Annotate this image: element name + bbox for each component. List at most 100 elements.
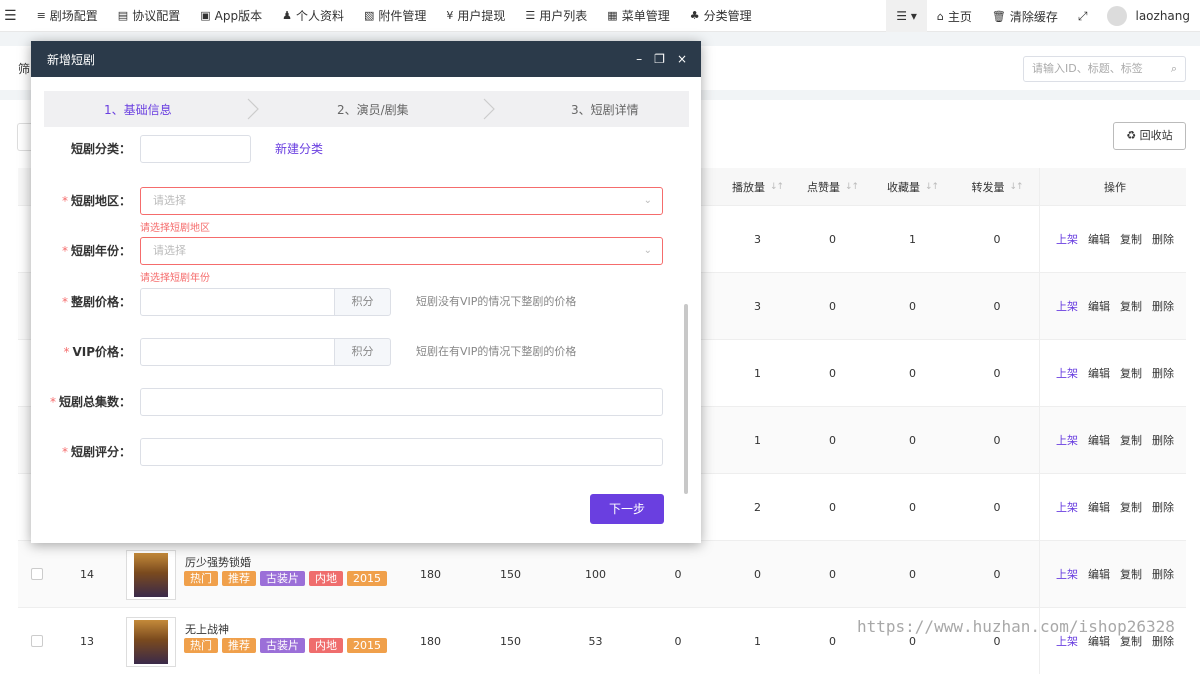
nav-theater-config[interactable]: ≡ 剧场配置	[27, 0, 108, 32]
plays-cell: 3	[754, 232, 761, 246]
publish-link[interactable]: 上架	[1056, 566, 1078, 582]
trash-icon: 🗑	[991, 9, 1006, 23]
more-dropdown[interactable]: ☰ ▾	[886, 0, 927, 32]
avatar	[1107, 6, 1128, 26]
year-select[interactable]: 请选择 ⌄	[140, 237, 663, 265]
nav-clear-cache[interactable]: 🗑 清除缓存	[982, 0, 1068, 32]
poster-thumbnail[interactable]	[126, 550, 176, 600]
publish-link[interactable]: 上架	[1056, 365, 1078, 381]
user-menu[interactable]: laozhang	[1097, 0, 1200, 32]
minimize-icon[interactable]: –	[636, 52, 642, 66]
edit-link[interactable]: 编辑	[1088, 298, 1110, 314]
yen-icon: ¥	[446, 9, 454, 22]
nav-attachments[interactable]: ▧ 附件管理	[354, 0, 436, 32]
likes-cell: 0	[829, 433, 836, 447]
search-icon[interactable]: ⌕	[1171, 57, 1177, 81]
image-icon: ▣	[200, 9, 211, 22]
recycle-bin-button[interactable]: ♻ 回收站	[1113, 122, 1186, 150]
dialog-header: 新增短剧 – ❐ ×	[31, 41, 701, 77]
plays-cell: 0	[754, 567, 761, 581]
nav-protocol-config[interactable]: ▤ 协议配置	[108, 0, 190, 32]
sort-icon[interactable]: ↓↑	[770, 182, 784, 192]
step-basic-info[interactable]: 1、基础信息	[104, 91, 172, 127]
nav-profile[interactable]: ♟ 个人资料	[272, 0, 354, 32]
copy-link[interactable]: 复制	[1120, 365, 1142, 381]
publish-link[interactable]: 上架	[1056, 298, 1078, 314]
publish-link[interactable]: 上架	[1056, 499, 1078, 515]
copy-link[interactable]: 复制	[1120, 298, 1142, 314]
nav-home[interactable]: ⌂ 主页	[927, 0, 982, 32]
close-icon[interactable]: ×	[677, 52, 687, 66]
search-input[interactable]: 请输入ID、标题、标签 ⌕	[1023, 56, 1186, 82]
new-category-link[interactable]: 新建分类	[275, 135, 323, 163]
col-plays[interactable]: 播放量 ↓↑	[720, 168, 795, 206]
likes-cell: 0	[829, 299, 836, 313]
category-label: 短剧分类：	[70, 142, 131, 156]
nav-category-manage[interactable]: ♣ 分类管理	[680, 0, 762, 32]
copy-link[interactable]: 复制	[1120, 231, 1142, 247]
step-actors-episodes[interactable]: 2、演员/剧集	[337, 91, 409, 127]
publish-link[interactable]: 上架	[1056, 432, 1078, 448]
step-drama-details[interactable]: 3、短剧详情	[571, 91, 639, 127]
delete-link[interactable]: 删除	[1152, 499, 1174, 515]
tag: 2015	[347, 638, 387, 653]
row-actions: 上架 编辑 复制 删除	[1044, 273, 1186, 339]
table-icon: ▦	[607, 9, 618, 22]
row-actions: 上架 编辑 复制 删除	[1044, 541, 1186, 607]
edit-link[interactable]: 编辑	[1088, 365, 1110, 381]
delete-link[interactable]: 删除	[1152, 365, 1174, 381]
value-cell: 100	[585, 567, 606, 581]
nav-app-version[interactable]: ▣ App版本	[190, 0, 272, 32]
region-label: * 短剧地区：	[61, 194, 131, 208]
copy-link[interactable]: 复制	[1120, 432, 1142, 448]
next-step-button[interactable]: 下一步	[590, 494, 664, 524]
shares-cell: 0	[993, 567, 1001, 581]
episodes-input[interactable]	[140, 388, 663, 416]
tag: 热门	[184, 638, 218, 653]
step-indicator: 1、基础信息 2、演员/剧集 3、短剧详情	[44, 91, 689, 127]
delete-link[interactable]: 删除	[1152, 432, 1174, 448]
edit-link[interactable]: 编辑	[1088, 566, 1110, 582]
row-checkbox[interactable]	[18, 608, 56, 674]
region-select[interactable]: 请选择 ⌄	[140, 187, 663, 215]
edit-link[interactable]: 编辑	[1088, 432, 1110, 448]
shares-cell: 0	[993, 366, 1001, 380]
delete-link[interactable]: 删除	[1152, 298, 1174, 314]
rating-input[interactable]	[140, 438, 663, 466]
delete-link[interactable]: 删除	[1152, 566, 1174, 582]
fullscreen-button[interactable]: ⤢	[1068, 0, 1098, 32]
vip-price-input[interactable]	[140, 338, 335, 366]
tag: 推荐	[222, 571, 256, 586]
delete-link[interactable]: 删除	[1152, 231, 1174, 247]
row-checkbox[interactable]	[18, 541, 56, 607]
nav-withdrawals[interactable]: ¥ 用户提现	[436, 0, 515, 32]
edit-link[interactable]: 编辑	[1088, 499, 1110, 515]
add-drama-dialog: 新增短剧 – ❐ × 1、基础信息 2、演员/剧集 3、短剧详情 短剧分类： 新…	[31, 41, 701, 543]
likes-cell: 0	[829, 366, 836, 380]
shares-cell: 0	[993, 500, 1001, 514]
sort-icon[interactable]: ↓↑	[845, 182, 859, 192]
maximize-icon[interactable]: ❐	[654, 52, 665, 66]
hamburger-icon[interactable]: ☰	[0, 0, 27, 32]
copy-link[interactable]: 复制	[1120, 566, 1142, 582]
tag: 热门	[184, 571, 218, 586]
col-likes[interactable]: 点赞量 ↓↑	[795, 168, 870, 206]
vip-price-unit: 积分	[334, 338, 391, 366]
copy-link[interactable]: 复制	[1120, 499, 1142, 515]
col-shares[interactable]: 转发量 ↓↑	[955, 168, 1039, 206]
user-icon: ♟	[282, 9, 292, 22]
price-input[interactable]	[140, 288, 335, 316]
edit-link[interactable]: 编辑	[1088, 231, 1110, 247]
dialog-scrollbar[interactable]	[684, 304, 688, 494]
nav-menu-manage[interactable]: ▦ 菜单管理	[597, 0, 679, 32]
favs-cell: 0	[909, 500, 916, 514]
col-favs[interactable]: 收藏量 ↓↑	[870, 168, 955, 206]
nav-user-list[interactable]: ☰ 用户列表	[515, 0, 597, 32]
poster-thumbnail[interactable]	[126, 617, 176, 667]
category-select[interactable]	[140, 135, 251, 163]
favs-cell: 0	[909, 567, 916, 581]
sort-icon[interactable]: ↓↑	[1009, 182, 1023, 192]
publish-link[interactable]: 上架	[1056, 231, 1078, 247]
column-divider	[1039, 168, 1040, 674]
sort-icon[interactable]: ↓↑	[925, 182, 939, 192]
